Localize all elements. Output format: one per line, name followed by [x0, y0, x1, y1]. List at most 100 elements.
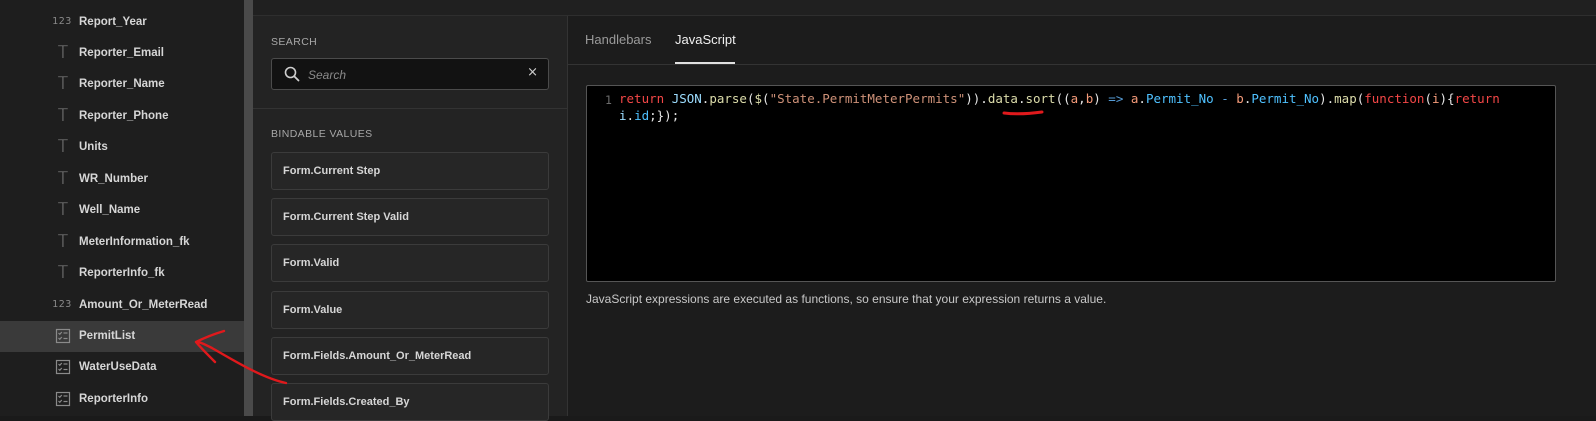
- code-token: sort: [1025, 91, 1056, 106]
- search-icon: [284, 66, 300, 82]
- code-token: (: [762, 91, 770, 106]
- field-label: MeterInformation_fk: [79, 235, 190, 248]
- code-token: .: [626, 108, 635, 123]
- field-item[interactable]: ReporterInfo: [0, 383, 244, 414]
- text-icon: T: [57, 231, 69, 252]
- list-icon: [55, 360, 71, 375]
- code-token: data: [987, 91, 1018, 106]
- list-icon: [55, 391, 71, 406]
- code-line[interactable]: i.id;});: [619, 108, 679, 123]
- clear-search-button[interactable]: ×: [527, 65, 538, 80]
- text-icon: T: [57, 74, 69, 95]
- code-token: Permit_No: [1145, 91, 1214, 106]
- text-icon: T: [57, 168, 69, 189]
- field-item[interactable]: WaterUseData: [0, 352, 244, 383]
- field-label: Amount_Or_MeterRead: [79, 298, 208, 311]
- bindable-value-label: Form.Current Step: [283, 165, 381, 177]
- panel-divider: [253, 108, 567, 109]
- field-item[interactable]: 123 Report_Year: [0, 6, 244, 37]
- bindable-value-label: Form.Value: [283, 303, 343, 316]
- field-label: Well_Name: [79, 204, 141, 217]
- number-icon: 123: [52, 299, 72, 311]
- code-token: =>: [1108, 91, 1124, 106]
- field-item[interactable]: 123 Amount_Or_MeterRead: [0, 289, 244, 320]
- field-label: PermitList: [79, 330, 136, 342]
- field-item[interactable]: T Reporter_Name: [0, 69, 244, 100]
- top-bar: [253, 0, 1596, 16]
- field-label: WaterUseData: [79, 361, 157, 374]
- code-token: parse: [709, 91, 747, 106]
- code-line[interactable]: return JSON.parse($("State.PermitMeterPe…: [619, 91, 1500, 106]
- code-token: ((: [1055, 91, 1071, 106]
- tab-handlebars[interactable]: Handlebars: [585, 32, 652, 47]
- code-token: -: [1221, 91, 1229, 106]
- code-token: Permit_No: [1251, 91, 1320, 106]
- code-token: )): [965, 91, 981, 106]
- text-icon: T: [57, 200, 69, 221]
- code-token: i: [619, 108, 627, 123]
- bindable-value-label: Form.Fields.Created_By: [283, 396, 410, 408]
- bindable-value-item[interactable]: Form.Value: [271, 290, 549, 329]
- help-text: JavaScript expressions are executed as f…: [586, 292, 1107, 306]
- code-token: map: [1334, 91, 1357, 106]
- field-label: Reporter_Phone: [79, 109, 169, 122]
- code-token: (: [1424, 91, 1432, 106]
- code-token: $: [754, 91, 763, 106]
- bindable-value-label: Form.Valid: [283, 257, 340, 270]
- field-label: WR_Number: [79, 172, 149, 185]
- list-icon: [55, 328, 71, 344]
- code-token: .: [980, 91, 988, 106]
- code-token: i: [1432, 91, 1440, 106]
- field-label: Reporter_Name: [79, 78, 165, 91]
- text-icon: T: [57, 137, 69, 158]
- active-tab-indicator: [675, 62, 735, 64]
- field-item[interactable]: T Well_Name: [0, 195, 244, 226]
- bindable-value-label: Form.Fields.Amount_Or_MeterRead: [283, 349, 472, 362]
- field-item[interactable]: T MeterInformation_fk: [0, 226, 244, 257]
- editor-tabs: Handlebars JavaScript: [568, 16, 1596, 65]
- tab-javascript[interactable]: JavaScript: [675, 32, 736, 47]
- bindable-value-item[interactable]: Form.Fields.Amount_Or_MeterRead: [271, 336, 549, 375]
- code-token: return: [1454, 91, 1500, 106]
- code-token: (: [746, 91, 755, 106]
- field-label: Units: [79, 141, 108, 154]
- line-number: 1: [605, 93, 612, 107]
- number-icon: 123: [52, 16, 72, 27]
- code-token: ){: [1439, 91, 1455, 106]
- search-heading: SEARCH: [271, 36, 318, 48]
- code-token: ).: [1319, 91, 1335, 106]
- code-token: "State.PermitMeterPermits": [769, 91, 966, 106]
- field-item[interactable]: T Reporter_Phone: [0, 100, 244, 131]
- code-token: id: [634, 108, 650, 123]
- field-item[interactable]: T WR_Number: [0, 163, 244, 194]
- bindable-value-item[interactable]: Form.Current Step Valid: [271, 198, 549, 237]
- bindable-values-heading: BINDABLE VALUES: [271, 128, 373, 140]
- bindable-value-item[interactable]: Form.Fields.Created_By: [271, 383, 549, 421]
- field-list: 123 Report_Year T Reporter_Email T Reporter_N…: [0, 0, 244, 416]
- search-box[interactable]: ×: [271, 58, 549, 90]
- field-item[interactable]: PermitList: [0, 320, 244, 352]
- bindings-panel: SEARCH × BINDABLE VALUES Form.Current St…: [253, 16, 568, 421]
- field-label: Reporter_Email: [79, 46, 165, 59]
- text-icon: T: [57, 105, 69, 126]
- code-token: b: [1236, 91, 1244, 106]
- field-item[interactable]: T Reporter_Email: [0, 37, 244, 68]
- field-list-scrollbar-thumb[interactable]: [244, 0, 253, 416]
- code-editor[interactable]: 1 return JSON.parse($("State.PermitMeter…: [586, 85, 1556, 282]
- field-label: Report_Year: [79, 15, 147, 28]
- field-item[interactable]: T ReporterInfo_fk: [0, 258, 244, 289]
- search-input[interactable]: [306, 64, 510, 86]
- code-token: ;});: [649, 108, 680, 123]
- bindable-value-item[interactable]: Form.Valid: [271, 244, 549, 283]
- code-token: .: [1138, 91, 1146, 106]
- field-item[interactable]: T Units: [0, 132, 244, 163]
- text-icon: T: [57, 42, 69, 63]
- code-token: function: [1364, 91, 1425, 106]
- bindable-value-label: Form.Current Step Valid: [283, 211, 409, 224]
- code-token: JSON: [671, 91, 702, 106]
- bindable-value-item[interactable]: Form.Current Step: [271, 152, 549, 190]
- field-label: ReporterInfo_fk: [79, 267, 165, 280]
- field-label: ReporterInfo: [79, 392, 148, 405]
- code-token: ,: [1078, 91, 1086, 106]
